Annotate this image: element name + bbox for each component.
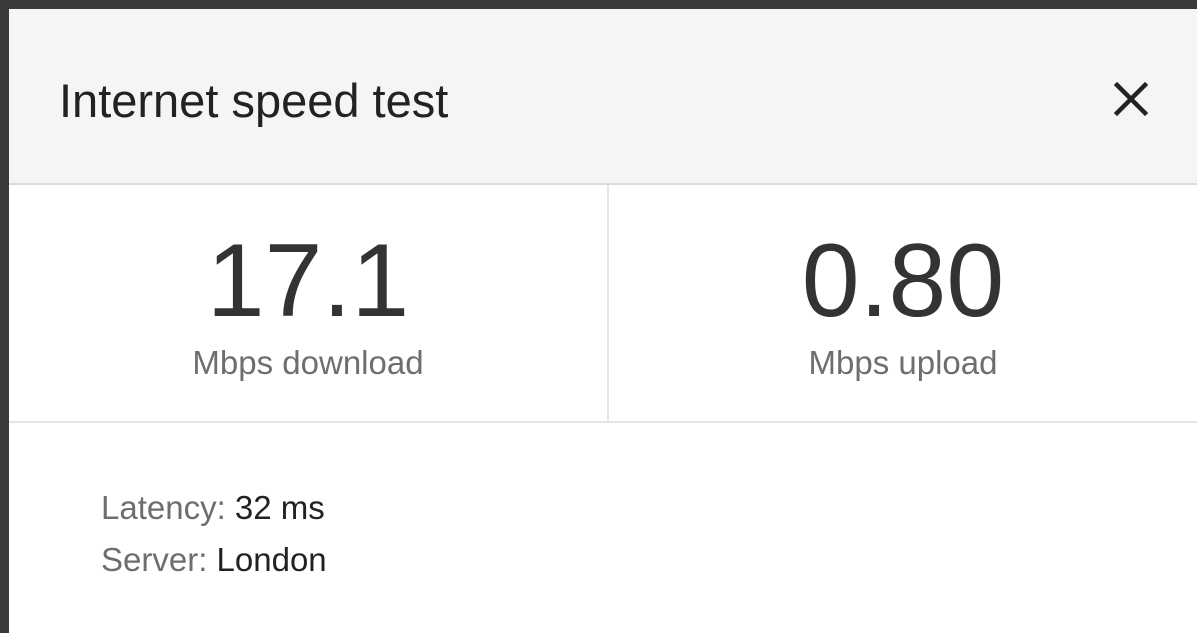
upload-label: Mbps upload — [808, 344, 998, 381]
server-label: Server: — [101, 541, 217, 578]
download-metric: 17.1 Mbps download — [9, 185, 609, 421]
upload-metric: 0.80 Mbps upload — [609, 185, 1197, 421]
latency-value: 32 ms — [234, 489, 325, 526]
test-details: Latency: 32 ms Server: London — [101, 487, 327, 591]
dialog-header: Internet speed test — [9, 9, 1197, 185]
server-value: London — [216, 541, 327, 578]
dialog-title: Internet speed test — [59, 74, 449, 127]
upload-value: 0.80 — [801, 223, 1005, 339]
server-row: Server: London — [101, 539, 327, 581]
speed-test-dialog: Internet speed test 17.1 Mbps download 0… — [0, 0, 1197, 633]
latency-row: Latency: 32 ms — [101, 487, 327, 529]
download-label: Mbps download — [192, 344, 424, 381]
download-value: 17.1 — [206, 223, 410, 339]
speed-metrics: 17.1 Mbps download 0.80 Mbps upload — [9, 185, 1197, 423]
close-button[interactable] — [1099, 67, 1163, 131]
close-icon — [1113, 81, 1149, 117]
latency-label: Latency: — [101, 489, 235, 526]
